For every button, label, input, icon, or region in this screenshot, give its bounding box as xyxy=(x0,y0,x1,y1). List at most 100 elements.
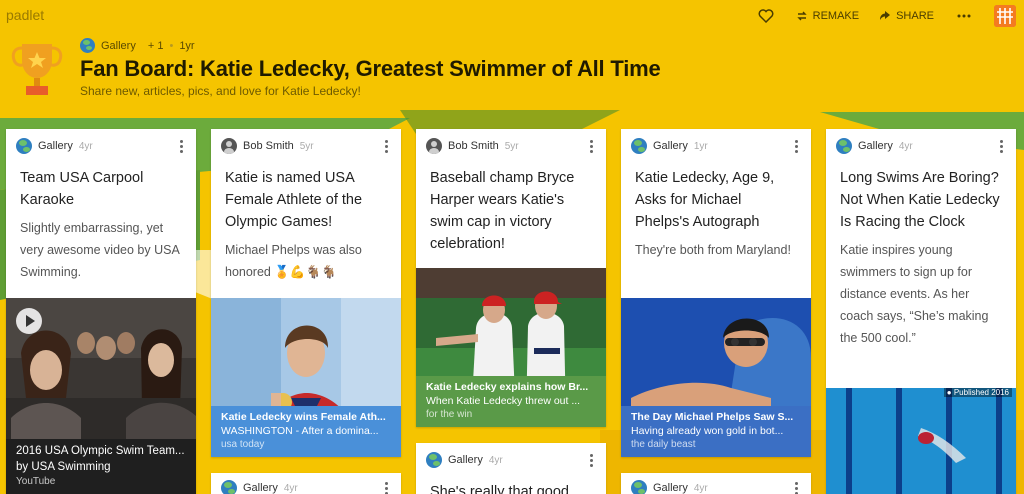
board-age: 1yr xyxy=(179,39,195,52)
post-title: Katie is named USA Female Athlete of the… xyxy=(225,170,363,230)
post-menu-icon[interactable] xyxy=(996,139,1006,153)
post-header: Gallery 1yr xyxy=(621,129,811,163)
post-title: Long Swims Are Boring? Not When Katie Le… xyxy=(840,170,1000,230)
gallery-avatar-icon xyxy=(631,138,647,154)
post-header: Bob Smith 5yr xyxy=(416,129,606,163)
attachment-title: Katie Ledecky explains how Br... xyxy=(426,381,589,393)
video-attachment[interactable]: 2016 USA Olympic Swim Team... by USA Swi… xyxy=(6,298,196,494)
post-header: Gallery 4yr xyxy=(6,129,196,163)
post-author[interactable]: Gallery xyxy=(38,140,73,152)
post-author[interactable]: Bob Smith xyxy=(448,140,499,152)
pool-photo xyxy=(826,388,1016,494)
post-menu-icon[interactable] xyxy=(586,453,596,467)
trophy-icon xyxy=(11,44,63,95)
post-card[interactable]: Gallery 4yr Long Swims Are Boring? Not W… xyxy=(826,129,1016,494)
post-age: 4yr xyxy=(488,454,503,466)
post-menu-icon[interactable] xyxy=(791,481,801,494)
attachment-caption: 2016 USA Olympic Swim Team... by USA Swi… xyxy=(6,439,196,494)
post-card[interactable]: Gallery 1yr Katie Ledecky, Age 9, Asks f… xyxy=(621,129,811,457)
attachment-caption: Katie Ledecky wins Female Ath... WASHING… xyxy=(211,406,401,457)
post-header: Gallery 4yr xyxy=(211,473,401,494)
post-header: Gallery 4yr xyxy=(416,443,606,477)
post-card[interactable]: Gallery 4yr She's really that good xyxy=(416,443,606,494)
remake-label: REMAKE xyxy=(812,10,860,22)
heart-icon[interactable] xyxy=(756,6,776,26)
page-title: Fan Board: Katie Ledecky, Greatest Swimm… xyxy=(80,56,661,81)
gallery-avatar-icon xyxy=(426,452,442,468)
attachment-subtitle: by USA Swimming xyxy=(16,461,111,473)
remake-icon xyxy=(796,11,807,21)
share-button[interactable]: SHARE xyxy=(879,10,934,22)
post-author[interactable]: Gallery xyxy=(243,482,278,494)
post-age: 4yr xyxy=(898,140,913,152)
post-title: Baseball champ Bryce Harper wears Katie'… xyxy=(430,170,575,252)
more-options-icon[interactable] xyxy=(954,6,974,26)
post-title: Katie Ledecky, Age 9, Asks for Michael P… xyxy=(635,170,775,230)
board-meta: Gallery + 1 • 1yr xyxy=(80,38,195,53)
post-age: 5yr xyxy=(299,140,314,152)
user-avatar[interactable] xyxy=(994,5,1016,27)
post-header: Bob Smith 5yr xyxy=(211,129,401,163)
attachment-caption: Katie Ledecky explains how Br... When Ka… xyxy=(416,376,606,427)
gallery-avatar-icon xyxy=(16,138,32,154)
link-attachment[interactable]: The Day Michael Phelps Saw S... Having a… xyxy=(621,298,811,457)
gallery-avatar-icon xyxy=(80,38,95,53)
post-body: They're both from Maryland! xyxy=(635,243,791,257)
attachment-title: 2016 USA Olympic Swim Team... xyxy=(16,445,185,457)
post-body: Michael Phelps was also honored 🏅💪🐐🐐 xyxy=(225,243,362,279)
post-menu-icon[interactable] xyxy=(586,139,596,153)
photo-tag: ● Published 2016 xyxy=(943,388,1012,397)
attachment-subtitle: WASHINGTON - After a domina... xyxy=(221,425,379,437)
play-button-icon[interactable] xyxy=(16,308,42,334)
board-author[interactable]: Gallery xyxy=(101,40,136,52)
dot-separator: • xyxy=(169,39,174,52)
post-author[interactable]: Bob Smith xyxy=(243,140,294,152)
attachment-title: The Day Michael Phelps Saw S... xyxy=(631,411,794,423)
attachment-subtitle: Having already won gold in bot... xyxy=(631,425,784,437)
post-header: Gallery 4yr xyxy=(826,129,1016,163)
post-author[interactable]: Gallery xyxy=(858,140,893,152)
page-subtitle: Share new, articles, pics, and love for … xyxy=(80,84,361,98)
top-bar: padlet REMAKE SHARE xyxy=(0,0,1024,32)
post-menu-icon[interactable] xyxy=(381,139,391,153)
post-title: Team USA Carpool Karaoke xyxy=(20,170,144,208)
share-label: SHARE xyxy=(896,10,934,22)
attachment-subtitle: When Katie Ledecky threw out ... xyxy=(426,395,581,407)
attachment-caption: The Day Michael Phelps Saw S... Having a… xyxy=(621,406,811,457)
attachment-domain: the daily beast xyxy=(631,439,696,450)
link-attachment[interactable]: Katie Ledecky wins Female Ath... WASHING… xyxy=(211,298,401,457)
post-age: 4yr xyxy=(78,140,93,152)
top-actions: REMAKE SHARE xyxy=(756,5,1016,27)
post-author[interactable]: Gallery xyxy=(448,454,483,466)
post-body: Katie inspires young swimmers to sign up… xyxy=(840,243,989,345)
post-menu-icon[interactable] xyxy=(381,481,391,494)
post-menu-icon[interactable] xyxy=(176,139,186,153)
padlet-logo[interactable]: padlet xyxy=(6,7,44,23)
board-likes: + 1 xyxy=(147,39,164,52)
post-menu-icon[interactable] xyxy=(791,139,801,153)
attachment-domain: for the win xyxy=(426,409,473,420)
post-body: Slightly embarrassing, yet very awesome … xyxy=(20,221,180,279)
post-author[interactable]: Gallery xyxy=(653,140,688,152)
attachment-title: Katie Ledecky wins Female Ath... xyxy=(221,411,386,423)
post-author[interactable]: Gallery xyxy=(653,482,688,494)
attachment-domain: usa today xyxy=(221,439,265,450)
user-avatar-icon xyxy=(426,138,442,154)
board-header: Gallery + 1 • 1yr Fan Board: Katie Ledec… xyxy=(0,32,1024,112)
gallery-avatar-icon xyxy=(631,480,647,494)
remake-button[interactable]: REMAKE xyxy=(796,10,859,22)
post-age: 4yr xyxy=(693,482,708,494)
post-age: 5yr xyxy=(504,140,519,152)
post-card[interactable]: Gallery 4yr Team USA Carpool Karaoke Sli… xyxy=(6,129,196,494)
attachment-domain: YouTube xyxy=(16,476,56,487)
post-title: She's really that good xyxy=(430,484,569,494)
post-card[interactable]: Bob Smith 5yr Katie is named USA Female … xyxy=(211,129,401,457)
post-card[interactable]: Gallery 4yr xyxy=(211,473,401,494)
link-attachment[interactable]: Katie Ledecky explains how Br... When Ka… xyxy=(416,268,606,427)
post-card[interactable]: Bob Smith 5yr Baseball champ Bryce Harpe… xyxy=(416,129,606,427)
gallery-avatar-icon xyxy=(836,138,852,154)
image-attachment[interactable]: ● Published 2016 xyxy=(826,388,1016,494)
post-card[interactable]: Gallery 4yr xyxy=(621,473,811,494)
post-age: 1yr xyxy=(693,140,708,152)
gallery-avatar-icon xyxy=(221,480,237,494)
